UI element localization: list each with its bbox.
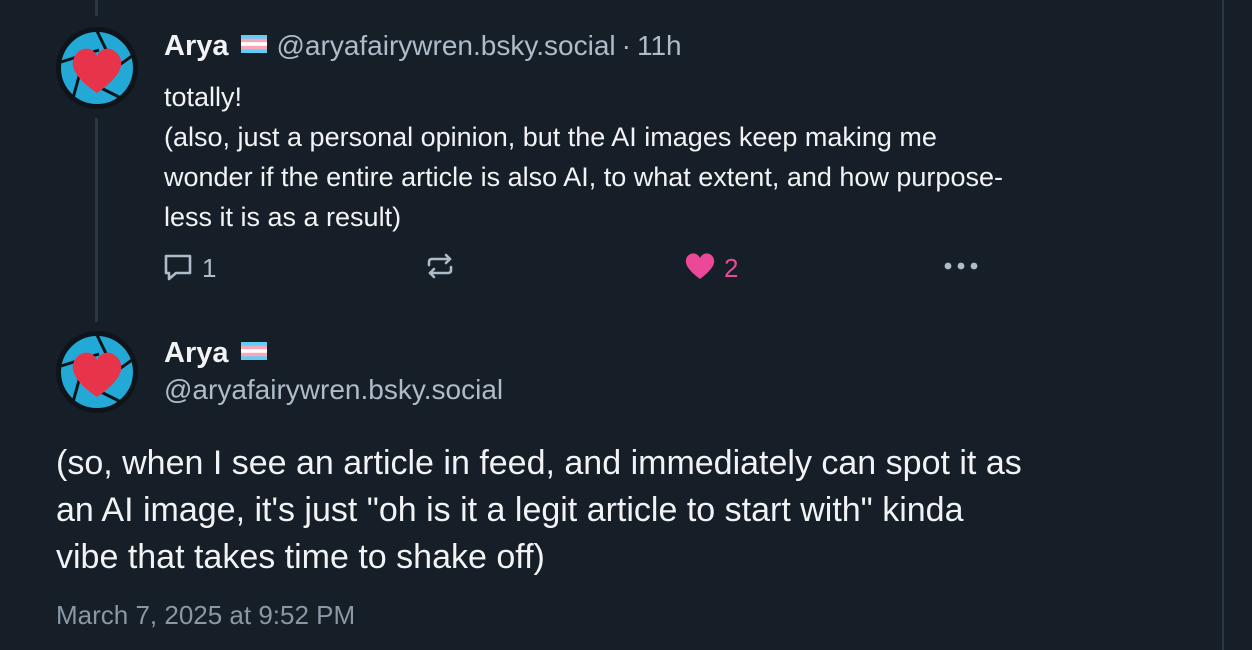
post-text-line: totally! <box>164 82 243 112</box>
heart-icon <box>684 251 716 286</box>
ellipsis-icon <box>942 259 980 277</box>
author-name-row: Arya <box>164 334 277 372</box>
post-timestamp[interactable]: March 7, 2025 at 9:52 PM <box>56 600 355 631</box>
reply-button[interactable]: 1 <box>162 250 216 286</box>
reply-count: 1 <box>202 252 217 283</box>
like-count: 2 <box>724 252 739 283</box>
transgender-flag-icon <box>240 34 267 58</box>
speech-bubble-icon <box>162 250 194 287</box>
post-text: totally! (also, just a personal opinion,… <box>164 77 1204 237</box>
author-handle[interactable]: @aryafairywren.bsky.social <box>164 374 503 406</box>
post-text-line: an AI image, it's just "oh is it a legit… <box>56 491 964 529</box>
column-border <box>1222 0 1224 650</box>
post-text-line: less it is as a result) <box>164 202 402 232</box>
post-header: Arya @aryafairywren.bsky.social · 11h <box>164 28 682 64</box>
transgender-flag-icon <box>240 341 267 365</box>
author-name[interactable]: Arya <box>164 337 229 370</box>
avatar[interactable] <box>55 26 139 110</box>
author-name[interactable]: Arya <box>164 30 229 63</box>
thread-line <box>95 118 98 322</box>
thread-line-top <box>95 0 98 16</box>
post-text: (so, when I see an article in feed, and … <box>56 440 1206 581</box>
post-time[interactable]: 11h <box>637 30 682 62</box>
post-text-line: (also, just a personal opinion, but the … <box>164 122 937 152</box>
more-options-button[interactable] <box>942 250 980 286</box>
like-button[interactable]: 2 <box>684 250 738 286</box>
post-text-line: (so, when I see an article in feed, and … <box>56 444 1022 482</box>
post-text-line: vibe that takes time to shake off) <box>56 538 545 576</box>
separator-dot: · <box>621 30 631 61</box>
repost-button[interactable] <box>424 250 456 286</box>
repost-arrows-icon <box>424 250 456 287</box>
post-text-line: wonder if the entire article is also AI,… <box>164 162 1003 192</box>
author-handle[interactable]: @aryafairywren.bsky.social <box>277 30 616 62</box>
avatar[interactable] <box>55 330 139 414</box>
